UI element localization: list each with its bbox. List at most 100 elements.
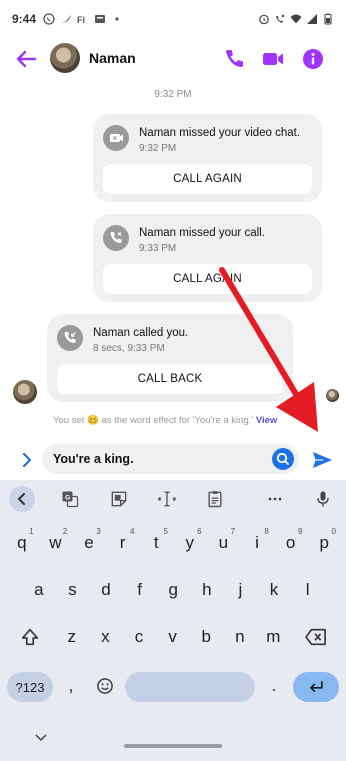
call-again-button[interactable]: CALL AGAIN [103,264,312,294]
more-options-button[interactable] [262,487,288,511]
search-icon [276,452,289,465]
chevron-left-icon [17,493,25,505]
alarm-icon [259,14,269,25]
key-b[interactable]: b [189,619,223,655]
key-i[interactable]: i8 [240,525,274,561]
symbols-key[interactable]: ?123 [7,672,53,702]
video-call-icon[interactable] [261,47,285,71]
key-hint: 8 [264,527,269,536]
emoji-key[interactable] [92,668,118,704]
key-s[interactable]: s [56,572,90,608]
key-label: d [101,580,111,599]
key-label: u [218,533,229,552]
call-again-button[interactable]: CALL AGAIN [103,164,312,194]
view-effect-link[interactable]: View [256,415,277,426]
key-t[interactable]: t5 [139,525,173,561]
keyboard-row-1: q1w2e3r4t5y6u7i8o9p0 [0,525,346,567]
key-o[interactable]: o9 [274,525,308,561]
key-e[interactable]: e3 [72,525,106,561]
home-gesture-pill[interactable] [124,744,222,748]
status-bar: 9:44 Fi [0,0,346,38]
contact-name[interactable]: Naman [89,50,136,66]
key-label: k [269,580,279,599]
backspace-icon [305,628,326,646]
clipboard-button[interactable] [202,487,228,511]
key-r[interactable]: r4 [106,525,140,561]
sticker-button[interactable] [106,487,132,511]
missed-call-icon [103,225,129,251]
key-k[interactable]: k [257,572,291,608]
message-thread[interactable]: 9:32 PM Naman missed your video chat. 9:… [0,80,346,480]
system-icons [258,13,334,25]
key-l[interactable]: l [291,572,325,608]
keyboard-row-3: zxcvbnm [0,619,346,661]
key-w[interactable]: w2 [39,525,73,561]
keyboard-toolbar: G [0,480,346,518]
signal-icon [307,14,317,24]
message-composer: You're a king. [0,440,346,480]
info-icon[interactable] [301,47,325,71]
word-effect-note: You set 🥴 as the word effect for 'You're… [53,415,277,426]
key-hint: 5 [163,527,168,536]
chat-header: Naman [0,38,346,80]
key-q[interactable]: q1 [5,525,39,561]
search-effect-button[interactable] [272,448,294,470]
key-x[interactable]: x [89,619,123,655]
message-input-text[interactable]: You're a king. [53,452,134,466]
hide-keyboard-chevron-icon[interactable] [34,732,48,742]
comma-key[interactable]: , [58,668,84,704]
feedly-icon: Fi [77,15,85,25]
call-card-subtitle: 9:33 PM [139,243,177,254]
key-z[interactable]: z [55,619,89,655]
expand-actions-icon[interactable] [19,450,35,470]
key-m[interactable]: m [257,619,291,655]
key-label: x [101,627,110,646]
key-hint: 9 [297,527,303,536]
enter-key[interactable] [293,672,339,702]
key-label: g [168,580,178,599]
clipboard-icon [208,491,222,508]
back-arrow-icon[interactable] [14,48,38,70]
message-input[interactable]: You're a king. [42,444,299,474]
wifi-calling-icon [276,14,285,23]
voice-input-button[interactable] [310,487,336,511]
call-back-button[interactable]: CALL BACK [57,364,283,394]
key-p[interactable]: p0 [307,525,341,561]
contact-avatar[interactable] [50,43,80,73]
key-label: o [285,533,296,552]
key-hint: 0 [331,527,336,536]
shift-icon [21,628,39,646]
key-c[interactable]: c [122,619,156,655]
translate-button[interactable]: G [57,487,83,511]
key-g[interactable]: g [156,572,190,608]
period-key[interactable]: . [261,668,287,704]
incoming-call-card: Naman called you. 8 secs, 9:33 PM CALL B… [47,314,293,402]
cursor-control-button[interactable] [154,487,180,511]
key-n[interactable]: n [223,619,257,655]
key-hint: 1 [29,527,34,536]
backspace-key[interactable] [293,619,339,655]
space-key[interactable] [125,672,255,702]
key-f[interactable]: f [123,572,157,608]
call-card-title: Naman called you. [93,327,189,339]
key-d[interactable]: d [89,572,123,608]
svg-text:Fi: Fi [77,15,85,25]
key-label: m [266,627,281,646]
phone-call-icon[interactable] [222,47,246,71]
key-label: p [319,533,329,552]
call-card-subtitle: 8 secs, 9:33 PM [93,343,165,354]
key-v[interactable]: v [156,619,190,655]
key-label: l [305,580,310,599]
key-hint: 6 [197,527,202,536]
missed-video-chat-card: Naman missed your video chat. 9:32 PM CA… [93,114,322,202]
toolbar-collapse-button[interactable] [9,486,35,512]
key-a[interactable]: a [22,572,56,608]
shift-key[interactable] [9,619,51,655]
key-y[interactable]: y6 [173,525,207,561]
send-icon[interactable] [310,448,334,472]
twitter-icon [61,15,72,23]
key-u[interactable]: u7 [207,525,241,561]
key-h[interactable]: h [190,572,224,608]
key-j[interactable]: j [224,572,258,608]
key-hint: 7 [230,527,236,536]
